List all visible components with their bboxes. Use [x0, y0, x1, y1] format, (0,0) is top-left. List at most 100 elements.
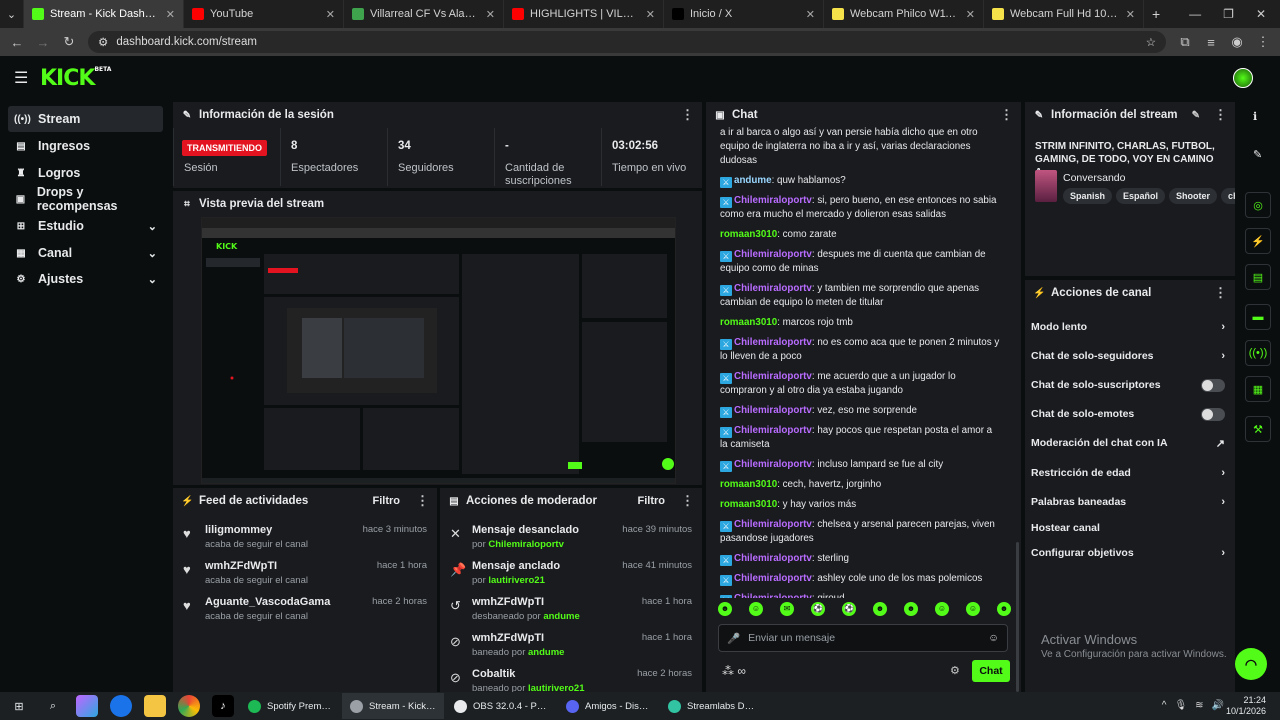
chat-username[interactable]: romaan3010: [720, 317, 777, 328]
mod-action-user[interactable]: lautirivero21: [488, 575, 545, 586]
sidebar-item-ingresos[interactable]: ▤ Ingresos: [8, 133, 163, 159]
filter-button[interactable]: Filtro: [373, 495, 401, 507]
media-icon[interactable]: ≡: [1204, 35, 1218, 50]
emoji-icon[interactable]: ☺: [988, 632, 999, 644]
rail-button-chat[interactable]: ▬: [1245, 304, 1271, 330]
chat-username[interactable]: Chilemiraloportv: [734, 425, 812, 436]
emote-icon[interactable]: ⚽: [842, 602, 856, 616]
feed-item[interactable]: ♥ Aguante_VascodaGama acaba de seguir el c…: [173, 592, 437, 628]
channel-action-item[interactable]: Chat de solo-emotes: [1031, 403, 1225, 425]
new-tab-button[interactable]: +: [1144, 0, 1168, 28]
channel-action-item[interactable]: Modo lento ›: [1031, 316, 1225, 338]
stream-preview-video[interactable]: KICK: [201, 217, 676, 484]
tab-close-icon[interactable]: ✕: [966, 8, 975, 21]
taskbar-app[interactable]: Spotify Premium: [240, 693, 340, 719]
bookmark-star-icon[interactable]: ☆: [1146, 35, 1156, 49]
copilot-icon[interactable]: [76, 695, 98, 717]
chevron-up-icon[interactable]: ^: [1162, 700, 1167, 711]
stream-category[interactable]: Conversando: [1063, 172, 1125, 184]
chat-settings-icon[interactable]: ⚙: [950, 664, 960, 677]
chat-username[interactable]: Chilemiraloportv: [734, 337, 812, 348]
toggle-switch[interactable]: [1201, 407, 1225, 421]
tab-close-icon[interactable]: ✕: [646, 8, 655, 21]
mod-action-item[interactable]: ↺ wmhZFdWpTI desbaneado por andume hace 1 h…: [440, 592, 702, 628]
edit-icon[interactable]: ✎: [1253, 148, 1262, 161]
tab-close-icon[interactable]: ✕: [806, 8, 815, 21]
user-avatar[interactable]: [1233, 68, 1253, 88]
stream-tag[interactable]: chill: [1221, 188, 1235, 204]
more-options-icon[interactable]: ⋮: [681, 493, 694, 509]
rail-button-capture[interactable]: ◎: [1245, 192, 1271, 218]
extensions-icon[interactable]: ⧉: [1178, 34, 1192, 50]
chat-username[interactable]: Chilemiraloportv: [734, 553, 812, 564]
chrome-icon[interactable]: [178, 695, 200, 717]
wifi-icon[interactable]: ≋: [1195, 700, 1203, 711]
emote-icon[interactable]: ☺: [966, 602, 980, 616]
help-button[interactable]: ◠: [1235, 648, 1267, 680]
mod-action-item[interactable]: ✕ Mensaje desanclado por Chilemiraloportv h…: [440, 520, 702, 556]
emote-icon[interactable]: ☻: [997, 602, 1011, 616]
sidebar-item-ajustes[interactable]: ⚙ Ajustes ⌄: [8, 266, 163, 292]
emote-icon[interactable]: ⚽: [811, 602, 825, 616]
address-bar[interactable]: ⚙ dashboard.kick.com/stream ☆: [88, 31, 1166, 53]
chat-username[interactable]: Chilemiraloportv: [734, 283, 812, 294]
rail-button-broadcast[interactable]: ((•)): [1245, 340, 1271, 366]
channel-action-item[interactable]: Restricción de edad ›: [1031, 462, 1225, 484]
system-clock[interactable]: 21:24 10/1/2026: [1226, 695, 1266, 717]
sidebar-item-canal[interactable]: ▦ Canal ⌄: [8, 240, 163, 266]
chat-username[interactable]: romaan3010: [720, 229, 777, 240]
more-options-icon[interactable]: ⋮: [416, 493, 429, 509]
windows-start-icon[interactable]: ⊞: [8, 695, 30, 717]
minimize-button[interactable]: —: [1189, 7, 1201, 21]
chat-username[interactable]: Chilemiraloportv: [734, 405, 812, 416]
edit-icon[interactable]: ✎: [1192, 110, 1200, 121]
mod-action-item[interactable]: 📌 Mensaje anclado por lautirivero21 hace 41…: [440, 556, 702, 592]
mod-action-item[interactable]: ⊘ Cobaltik baneado por lautirivero21 hace 2…: [440, 664, 702, 692]
microphone-icon[interactable]: 🎤: [727, 632, 740, 645]
sidebar-item-logros[interactable]: ♜ Logros: [8, 160, 163, 186]
mod-action-user[interactable]: lautirivero21: [528, 683, 585, 692]
taskbar-app[interactable]: Streamlabs Desktop: [660, 693, 764, 719]
sidebar-item-stream[interactable]: ((•)) Stream: [8, 106, 163, 132]
mod-action-user[interactable]: andume: [543, 611, 579, 622]
rail-button-layout[interactable]: ▦: [1245, 376, 1271, 402]
edge-icon[interactable]: [110, 695, 132, 717]
browser-tab[interactable]: Stream - Kick Dashboard ✕: [24, 0, 184, 28]
emote-icon[interactable]: ☻: [718, 602, 732, 616]
channel-action-item[interactable]: Palabras baneadas ›: [1031, 491, 1225, 513]
feed-item[interactable]: ♥ liligmommey acaba de seguir el canal hace…: [173, 520, 437, 556]
channel-action-item[interactable]: Configurar objetivos ›: [1031, 542, 1225, 564]
channel-action-item[interactable]: Chat de solo-seguidores ›: [1031, 345, 1225, 367]
search-icon[interactable]: ⌕: [42, 695, 64, 717]
kick-logo[interactable]: KICKBETA: [40, 66, 111, 91]
profile-icon[interactable]: ◉: [1230, 34, 1244, 50]
channel-action-item[interactable]: Hostear canal: [1031, 517, 1225, 539]
browser-tab[interactable]: YouTube ✕: [184, 0, 344, 28]
chat-username[interactable]: Chilemiraloportv: [734, 459, 812, 470]
chat-username[interactable]: andume: [734, 175, 772, 186]
chat-features-icon[interactable]: ⁂ ∞: [722, 664, 746, 678]
hamburger-menu-icon[interactable]: ☰: [14, 68, 28, 88]
send-chat-button[interactable]: Chat: [972, 660, 1010, 682]
tab-search-dropdown[interactable]: ⌄: [0, 0, 24, 28]
browser-tab[interactable]: Webcam Philco W1152 Full Hd ✕: [824, 0, 984, 28]
chat-username[interactable]: Chilemiraloportv: [734, 249, 812, 260]
more-options-icon[interactable]: ⋮: [1214, 285, 1227, 301]
close-window-button[interactable]: ✕: [1256, 7, 1266, 21]
channel-action-item[interactable]: Moderación del chat con IA ↗: [1031, 432, 1225, 454]
emote-icon[interactable]: ☻: [873, 602, 887, 616]
rail-button-actions[interactable]: ⚡: [1245, 228, 1271, 254]
emote-icon[interactable]: ☺: [749, 602, 763, 616]
rail-button-tools[interactable]: ⚒: [1245, 416, 1271, 442]
volume-icon[interactable]: 🔊: [1212, 700, 1224, 711]
chat-input[interactable]: 🎤 Enviar un mensaje ☺: [718, 624, 1008, 652]
chat-username[interactable]: Chilemiraloportv: [734, 195, 812, 206]
chat-username[interactable]: Chilemiraloportv: [734, 593, 812, 598]
forward-button[interactable]: →: [36, 35, 50, 50]
back-button[interactable]: ←: [10, 35, 24, 50]
rail-button-notes[interactable]: ▤: [1245, 264, 1271, 290]
browser-tab[interactable]: Villarreal CF Vs Alavés - Resulta ✕: [344, 0, 504, 28]
chat-username[interactable]: Chilemiraloportv: [734, 573, 812, 584]
more-options-icon[interactable]: ⋮: [1000, 107, 1013, 123]
emote-icon[interactable]: ✉: [780, 602, 794, 616]
